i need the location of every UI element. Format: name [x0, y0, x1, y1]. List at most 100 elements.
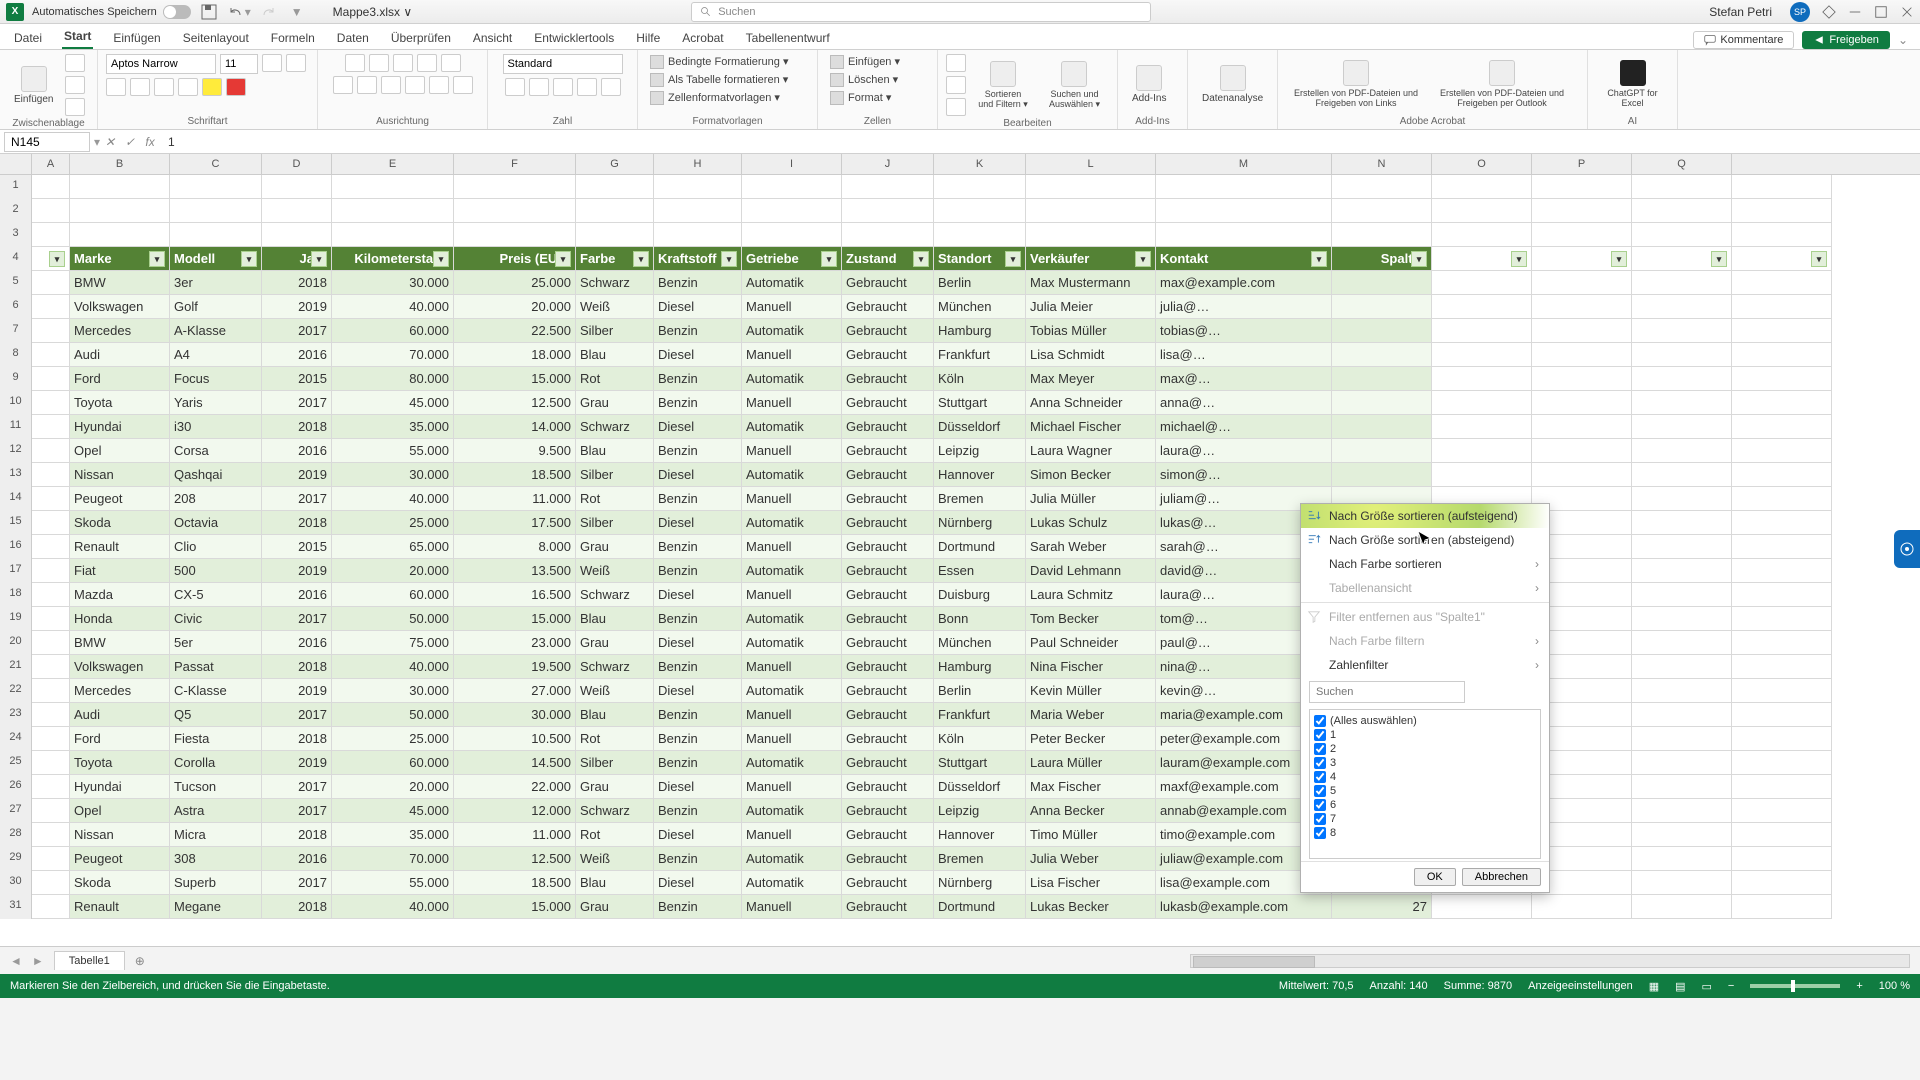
- cell[interactable]: [1632, 247, 1732, 271]
- cell[interactable]: Dortmund: [934, 895, 1026, 919]
- cell[interactable]: [32, 535, 70, 559]
- cell[interactable]: [32, 319, 70, 343]
- cell[interactable]: Julia Weber: [1026, 847, 1156, 871]
- cell[interactable]: 12.500: [454, 847, 576, 871]
- cell[interactable]: 14.000: [454, 415, 576, 439]
- decrease-font-button[interactable]: [286, 54, 306, 72]
- cell[interactable]: 50.000: [332, 607, 454, 631]
- cell[interactable]: [32, 871, 70, 895]
- format-as-table-button[interactable]: Als Tabelle formatieren ▾: [646, 72, 792, 88]
- cell[interactable]: Astra: [170, 799, 262, 823]
- column-header[interactable]: G: [576, 154, 654, 174]
- cell[interactable]: [332, 199, 454, 223]
- cell[interactable]: Mercedes: [70, 319, 170, 343]
- cell[interactable]: Peter Becker: [1026, 727, 1156, 751]
- clear-button[interactable]: [946, 98, 966, 116]
- align-right-button[interactable]: [381, 76, 401, 94]
- cell[interactable]: 2015: [262, 367, 332, 391]
- sort-desc-item[interactable]: Nach Größe sortieren (absteigend): [1301, 528, 1549, 552]
- cell[interactable]: Bonn: [934, 607, 1026, 631]
- align-top-button[interactable]: [345, 54, 365, 72]
- cell[interactable]: [1432, 415, 1532, 439]
- cell[interactable]: Diesel: [654, 511, 742, 535]
- fx-icon[interactable]: fx: [140, 135, 160, 149]
- cell[interactable]: Schwarz: [576, 583, 654, 607]
- cell[interactable]: [1732, 415, 1832, 439]
- cell[interactable]: [32, 223, 70, 247]
- addins-button[interactable]: Add-Ins: [1126, 63, 1172, 106]
- cell[interactable]: Lukas Becker: [1026, 895, 1156, 919]
- cell[interactable]: 2016: [262, 343, 332, 367]
- zoom-value[interactable]: 100 %: [1879, 980, 1910, 992]
- cell[interactable]: [1632, 535, 1732, 559]
- cell[interactable]: [32, 295, 70, 319]
- row-header[interactable]: 26: [0, 775, 32, 799]
- cell[interactable]: [32, 439, 70, 463]
- filter-ok-button[interactable]: OK: [1414, 868, 1456, 886]
- copy-button[interactable]: [65, 76, 85, 94]
- row-header[interactable]: 13: [0, 463, 32, 487]
- view-normal-icon[interactable]: ▦: [1649, 980, 1659, 993]
- cell[interactable]: Volkswagen: [70, 295, 170, 319]
- cell[interactable]: Anna Schneider: [1026, 391, 1156, 415]
- border-button[interactable]: [178, 78, 198, 96]
- cell[interactable]: [1332, 223, 1432, 247]
- filter-check-item[interactable]: 6: [1314, 798, 1536, 812]
- cell[interactable]: Benzin: [654, 319, 742, 343]
- currency-button[interactable]: [505, 78, 525, 96]
- cell[interactable]: Tobias Müller: [1026, 319, 1156, 343]
- cell[interactable]: [454, 199, 576, 223]
- cell[interactable]: laura@…: [1156, 439, 1332, 463]
- comma-button[interactable]: [553, 78, 573, 96]
- cell[interactable]: Modell: [170, 247, 262, 271]
- column-header[interactable]: D: [262, 154, 332, 174]
- cell[interactable]: 30.000: [332, 463, 454, 487]
- autosum-button[interactable]: [946, 54, 966, 72]
- cell[interactable]: [842, 175, 934, 199]
- cell[interactable]: 2019: [262, 295, 332, 319]
- cell[interactable]: 208: [170, 487, 262, 511]
- cell[interactable]: anna@…: [1156, 391, 1332, 415]
- toggle-switch-icon[interactable]: [163, 5, 191, 19]
- cell[interactable]: Gebraucht: [842, 823, 934, 847]
- cell[interactable]: München: [934, 295, 1026, 319]
- cell[interactable]: [1432, 223, 1532, 247]
- acrobat-outlook-button[interactable]: Erstellen von PDF-Dateien und Freigeben …: [1432, 58, 1572, 110]
- cell[interactable]: Gebraucht: [842, 559, 934, 583]
- cell[interactable]: 40.000: [332, 655, 454, 679]
- cell[interactable]: [1732, 439, 1832, 463]
- cell[interactable]: [1632, 655, 1732, 679]
- cell[interactable]: Gebraucht: [842, 535, 934, 559]
- cell[interactable]: Köln: [934, 727, 1026, 751]
- cell[interactable]: 2017: [262, 319, 332, 343]
- cell[interactable]: [1632, 847, 1732, 871]
- cell[interactable]: Grau: [576, 775, 654, 799]
- column-header[interactable]: M: [1156, 154, 1332, 174]
- cell[interactable]: [1632, 463, 1732, 487]
- column-header[interactable]: F: [454, 154, 576, 174]
- row-header[interactable]: 22: [0, 679, 32, 703]
- redo-icon[interactable]: [261, 4, 277, 20]
- cell[interactable]: Timo Müller: [1026, 823, 1156, 847]
- cell[interactable]: Julia Müller: [1026, 487, 1156, 511]
- cell[interactable]: 308: [170, 847, 262, 871]
- column-header[interactable]: N: [1332, 154, 1432, 174]
- cell[interactable]: Weiß: [576, 679, 654, 703]
- cell[interactable]: [32, 679, 70, 703]
- cell[interactable]: [170, 223, 262, 247]
- cell[interactable]: Gebraucht: [842, 415, 934, 439]
- cell[interactable]: Berlin: [934, 679, 1026, 703]
- column-header[interactable]: I: [742, 154, 842, 174]
- cell[interactable]: Superb: [170, 871, 262, 895]
- cell[interactable]: [32, 823, 70, 847]
- cell[interactable]: 2018: [262, 895, 332, 919]
- cell[interactable]: Gebraucht: [842, 487, 934, 511]
- formula-input[interactable]: 1: [160, 135, 183, 149]
- cell[interactable]: 2017: [262, 391, 332, 415]
- cell[interactable]: [1632, 487, 1732, 511]
- spreadsheet-grid[interactable]: ABCDEFGHIJKLMNOPQ 1234MarkeModellJahrKil…: [0, 154, 1920, 946]
- cell[interactable]: 2018: [262, 655, 332, 679]
- zoom-slider[interactable]: [1750, 984, 1840, 988]
- cell[interactable]: Tom Becker: [1026, 607, 1156, 631]
- cell[interactable]: [654, 223, 742, 247]
